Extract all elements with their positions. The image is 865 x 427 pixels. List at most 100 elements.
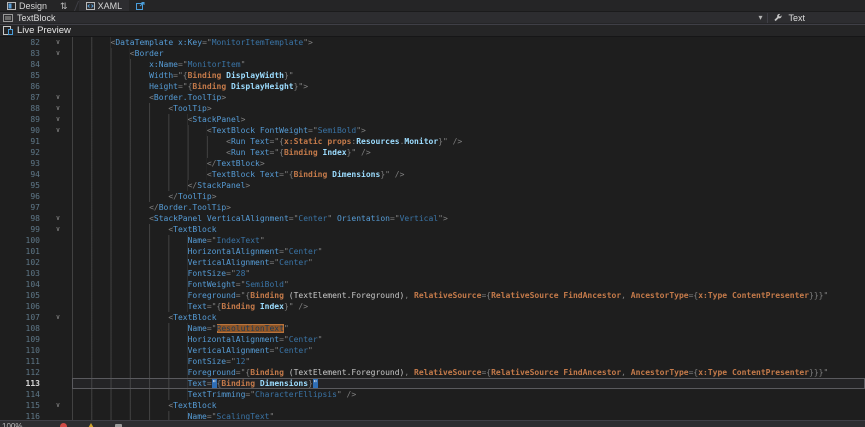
code-line[interactable]: 114 TextTrimming="CharacterEllipsis" /> [0, 389, 865, 400]
popout-button[interactable] [129, 0, 152, 11]
live-preview-header[interactable]: Live Preview [0, 24, 865, 37]
code-line[interactable]: 96 </ToolTip> [0, 191, 865, 202]
code-token: ContentPresenter [732, 291, 809, 300]
tab-design[interactable]: Design [0, 0, 54, 11]
code-token: ="{ [236, 368, 250, 377]
code-content: TextTrimming="CharacterEllipsis" /> [72, 389, 865, 400]
code-token: =" [178, 60, 188, 69]
code-token: , [621, 291, 631, 300]
zoom-level[interactable]: 100% [2, 422, 42, 427]
code-line[interactable]: 107∨ <TextBlock [0, 312, 865, 323]
code-line[interactable]: 111 FontSize="12" [0, 356, 865, 367]
code-line[interactable]: 88∨ <ToolTip> [0, 103, 865, 114]
code-line[interactable]: 113 Text="{Binding Dimensions}" [0, 378, 865, 389]
fold-chevron-icon[interactable]: ∨ [44, 312, 72, 323]
code-line[interactable]: 94 <TextBlock Text="{Binding Dimensions}… [0, 169, 865, 180]
code-line[interactable]: 86 Height="{Binding DisplayHeight}"> [0, 81, 865, 92]
error-icon[interactable] [60, 423, 67, 427]
code-line[interactable]: 84 x:Name="MonitorItem" [0, 59, 865, 70]
code-line[interactable]: 115∨ <TextBlock [0, 400, 865, 411]
line-number: 86 [0, 81, 44, 92]
code-line[interactable]: 90∨ <TextBlock FontWeight="SemiBold"> [0, 125, 865, 136]
fold-chevron-icon[interactable]: ∨ [44, 92, 72, 103]
code-line[interactable]: 95 </StackPanel> [0, 180, 865, 191]
code-token: ContentPresenter [732, 368, 809, 377]
code-line[interactable]: 85 Width="{Binding DisplayWidth}" [0, 70, 865, 81]
separator [767, 13, 768, 23]
warning-icon[interactable] [87, 423, 95, 427]
code-token: Center [289, 335, 318, 344]
code-token: SemiBold [318, 126, 357, 135]
line-number: 93 [0, 158, 44, 169]
indent-guides [72, 125, 207, 136]
fold-chevron-icon[interactable]: ∨ [44, 114, 72, 125]
code-line[interactable]: 97 </Border.ToolTip> [0, 202, 865, 213]
code-content: <TextBlock [72, 312, 865, 323]
code-token: (TextElement.Foreground) [289, 291, 405, 300]
code-token: Height [149, 82, 178, 91]
code-line[interactable]: 101 HorizontalAlignment="Center" [0, 246, 865, 257]
tab-xaml[interactable]: XAML [79, 0, 130, 11]
code-token: VerticalAlignment [188, 258, 270, 267]
fold-spacer [44, 356, 72, 367]
code-editor[interactable]: 82∨ <DataTemplate x:Key="MonitorItemTemp… [0, 37, 865, 423]
code-token: > [245, 181, 250, 190]
code-line[interactable]: 82∨ <DataTemplate x:Key="MonitorItemTemp… [0, 37, 865, 48]
fold-chevron-icon[interactable]: ∨ [44, 125, 72, 136]
breadcrumb-bar: TextBlock ▾ Text [0, 12, 865, 24]
code-token: StackPanel [197, 181, 245, 190]
indent-guides [72, 290, 188, 301]
code-content: <TextBlock [72, 400, 865, 411]
code-content: x:Name="MonitorItem" [72, 59, 865, 70]
fold-chevron-icon[interactable]: ∨ [44, 400, 72, 411]
code-line[interactable]: 92 <Run Text="{Binding Index}" /> [0, 147, 865, 158]
code-line[interactable]: 89∨ <StackPanel> [0, 114, 865, 125]
line-number: 85 [0, 70, 44, 81]
chevron-down-icon[interactable]: ▾ [758, 13, 762, 22]
code-line[interactable]: 109 HorizontalAlignment="Center" [0, 334, 865, 345]
code-token: , [621, 368, 631, 377]
fold-chevron-icon[interactable]: ∨ [44, 213, 72, 224]
code-line[interactable]: 105 Foreground="{Binding (TextElement.Fo… [0, 290, 865, 301]
code-line[interactable]: 106 Text="{Binding Index}" /> [0, 301, 865, 312]
code-line[interactable]: 91 <Run Text="{x:Static props:Resources.… [0, 136, 865, 147]
code-line[interactable]: 103 FontSize="28" [0, 268, 865, 279]
code-token: x:Name [149, 60, 178, 69]
code-content: Foreground="{Binding (TextElement.Foregr… [72, 290, 865, 301]
code-token: Binding [284, 148, 318, 157]
code-token: ="{ [279, 170, 293, 179]
code-token: Monitor [404, 137, 438, 146]
code-token: " [284, 280, 289, 289]
code-token: Index [323, 148, 347, 157]
code-token: x:Static [284, 137, 323, 146]
code-line[interactable]: 93 </TextBlock> [0, 158, 865, 169]
message-icon[interactable] [115, 424, 122, 427]
line-number: 109 [0, 334, 44, 345]
code-line[interactable]: 98∨ <StackPanel VerticalAlignment="Cente… [0, 213, 865, 224]
breadcrumb[interactable]: TextBlock [0, 13, 758, 23]
code-line[interactable]: 104 FontWeight="SemiBold" [0, 279, 865, 290]
code-content: FontSize="12" [72, 356, 865, 367]
code-token: ="{ [270, 148, 284, 157]
code-token: > [226, 203, 231, 212]
code-token: " [308, 258, 313, 267]
indent-guides [72, 323, 188, 334]
fold-chevron-icon[interactable]: ∨ [44, 103, 72, 114]
code-line[interactable]: 99∨ <TextBlock [0, 224, 865, 235]
property-label[interactable]: Text [788, 13, 805, 23]
fold-chevron-icon[interactable]: ∨ [44, 37, 72, 48]
code-content: Height="{Binding DisplayHeight}"> [72, 81, 865, 92]
fold-chevron-icon[interactable]: ∨ [44, 224, 72, 235]
swap-panes-icon[interactable]: ⇅ [54, 0, 74, 12]
fold-spacer [44, 147, 72, 158]
code-content: </ToolTip> [72, 191, 865, 202]
code-line[interactable]: 110 VerticalAlignment="Center" [0, 345, 865, 356]
code-token: }}}" [809, 291, 828, 300]
code-line[interactable]: 83∨ <Border [0, 48, 865, 59]
code-line[interactable]: 102 VerticalAlignment="Center" [0, 257, 865, 268]
code-line[interactable]: 100 Name="IndexText" [0, 235, 865, 246]
code-line[interactable]: 87∨ <Border.ToolTip> [0, 92, 865, 103]
fold-chevron-icon[interactable]: ∨ [44, 48, 72, 59]
code-line[interactable]: 112 Foreground="{Binding (TextElement.Fo… [0, 367, 865, 378]
code-line[interactable]: 108 Name="ResolutionText" [0, 323, 865, 334]
